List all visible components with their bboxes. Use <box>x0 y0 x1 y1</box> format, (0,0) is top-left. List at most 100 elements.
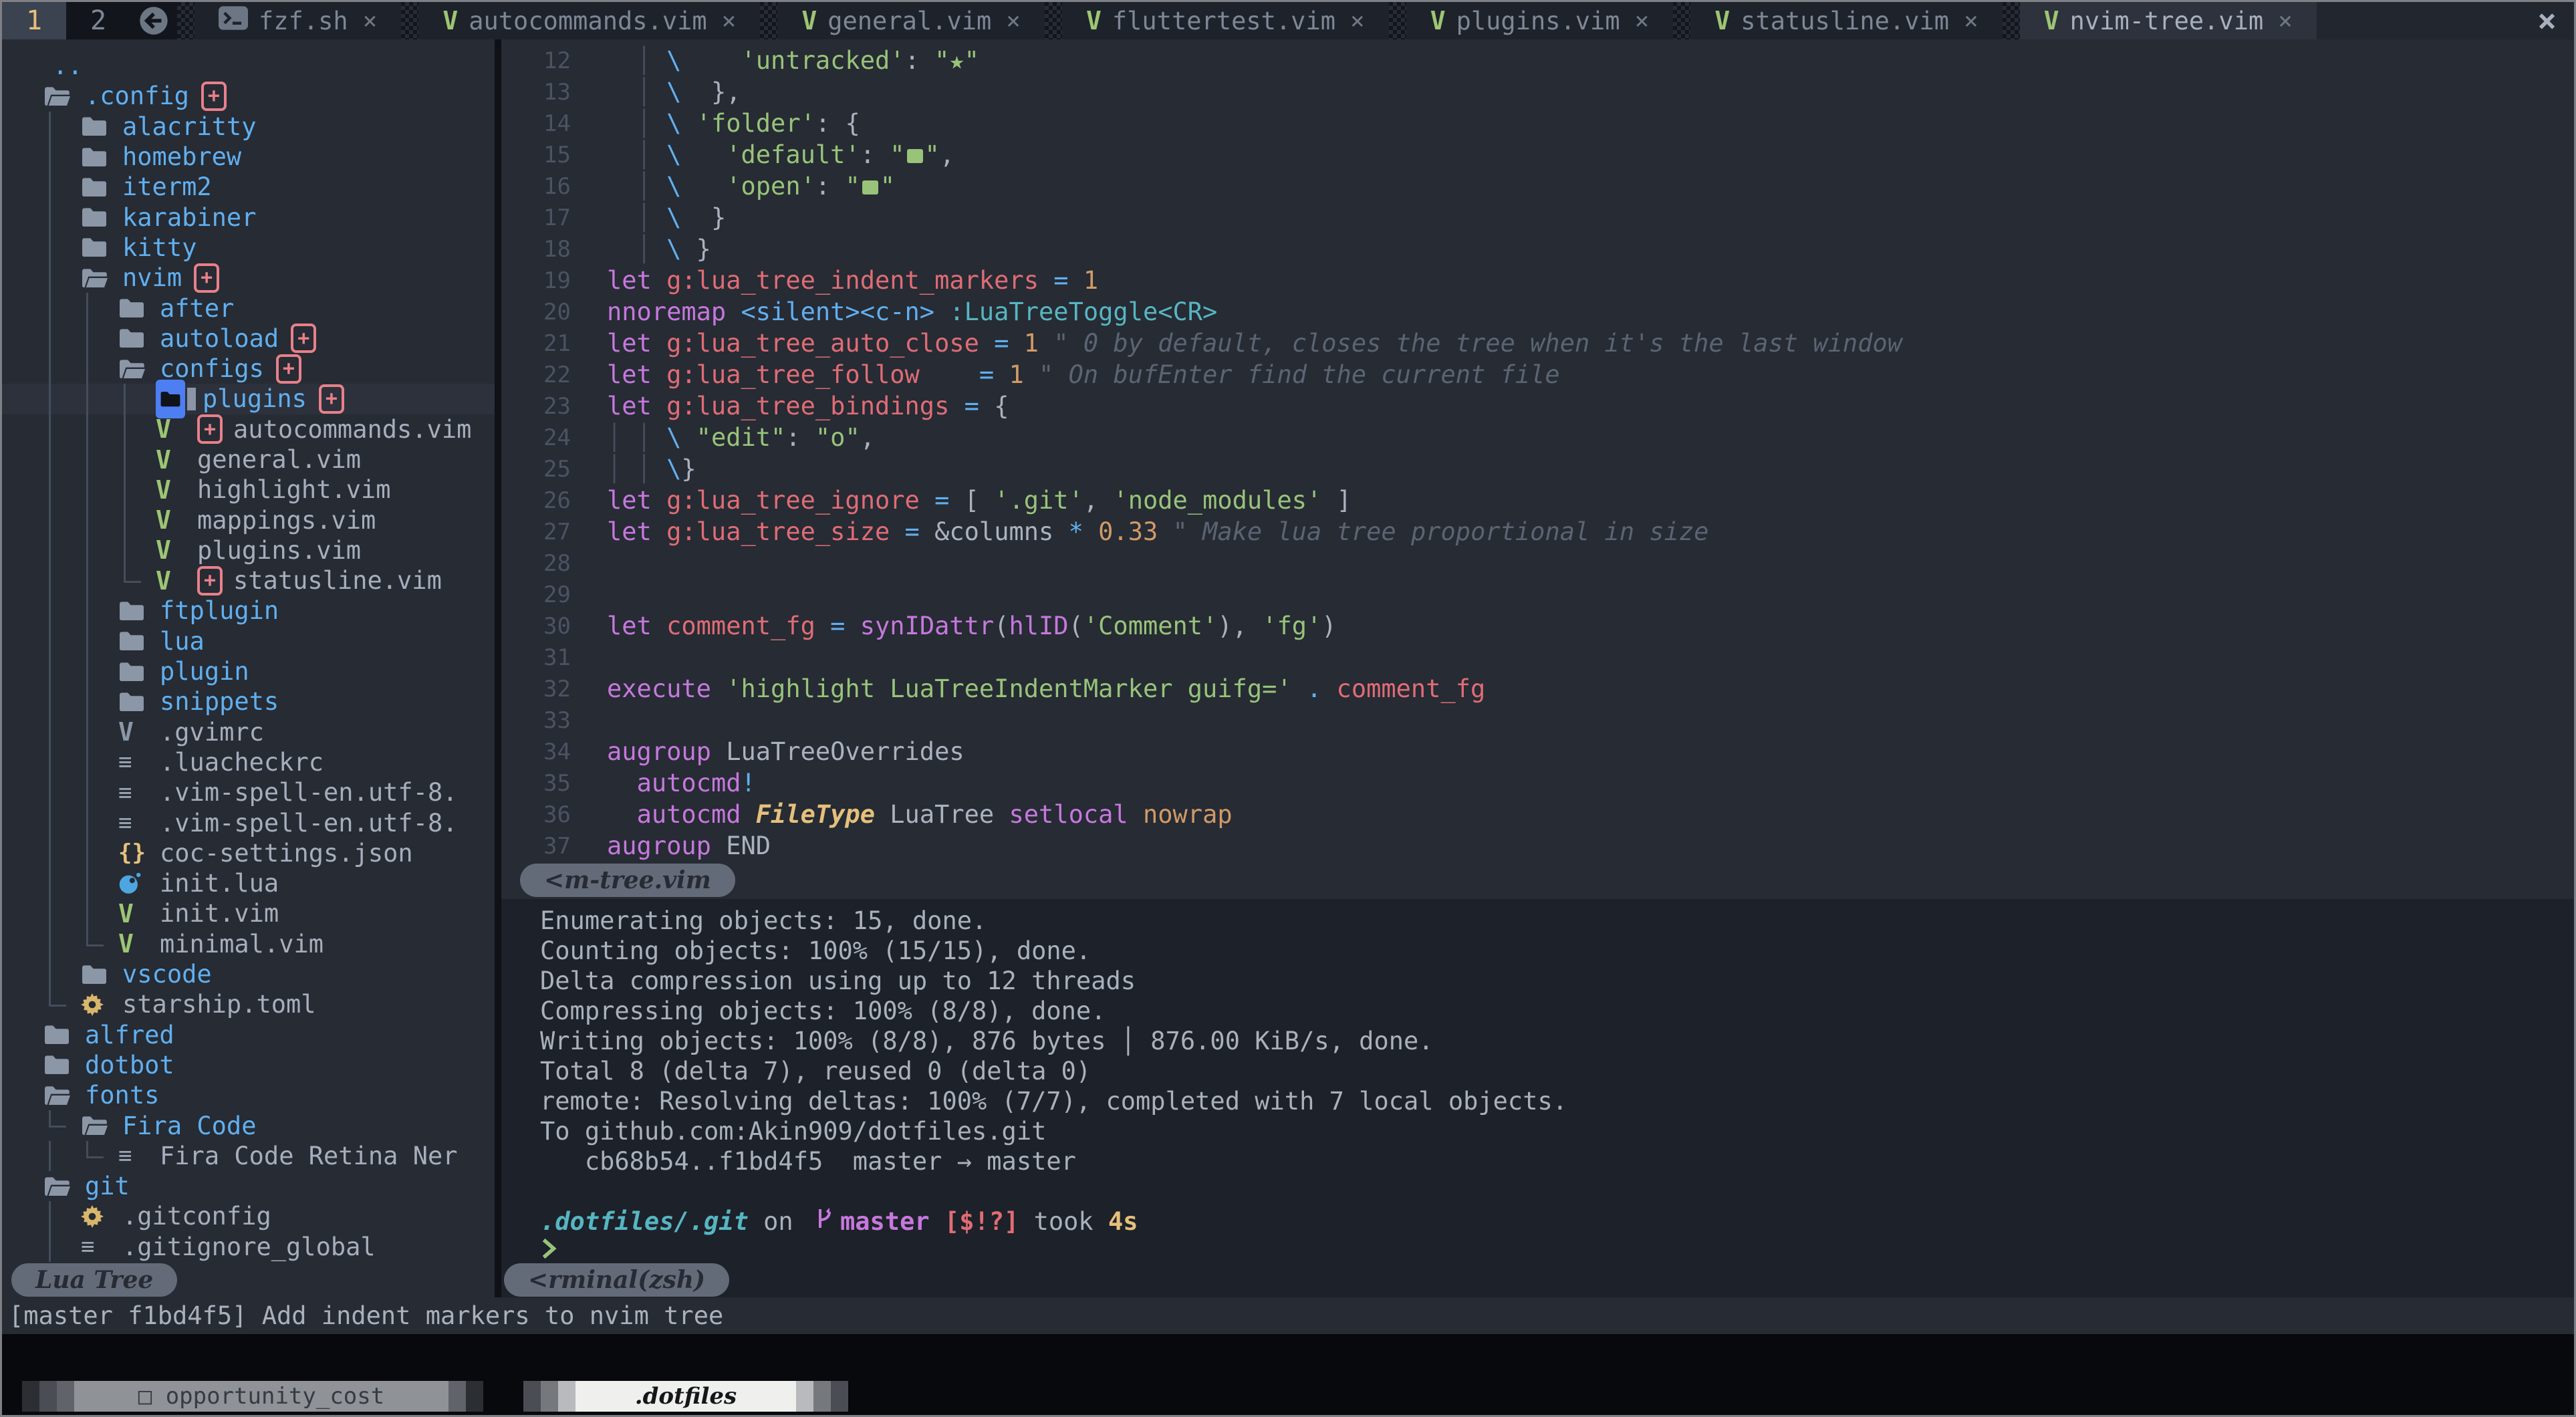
token: \ <box>666 423 681 452</box>
tmux-window[interactable]: □ opportunity_cost <box>74 1381 448 1412</box>
tab-close-icon[interactable]: × <box>1350 7 1365 35</box>
tree-item-plugin[interactable]: plugin <box>2 656 495 686</box>
terminal-text: .dotfiles/.git <box>540 1207 749 1236</box>
tree-item-after[interactable]: after <box>2 293 495 323</box>
close-all-icon[interactable]: × <box>2537 2 2557 39</box>
tree-item-statusline.vim[interactable]: V+statusline.vim <box>2 565 495 596</box>
tab-fluttertest.vim[interactable]: Vfluttertest.vim× <box>1062 2 1389 39</box>
window-separator[interactable] <box>495 39 501 1263</box>
tree-item-configs[interactable]: configs+ <box>2 354 495 384</box>
token <box>1158 517 1172 546</box>
tree-guide <box>81 535 118 565</box>
tab-nvim-tree.vim[interactable]: Vnvim-tree.vim× <box>2020 2 2317 39</box>
lua-icon <box>118 872 150 895</box>
folder-open-icon <box>118 358 150 380</box>
tree-guide <box>43 807 81 838</box>
token: " 0 by default, closes the tree when it'… <box>1053 329 1902 358</box>
tree-item-.vim-spell-en.utf-8.[interactable]: ≡.vim-spell-en.utf-8. <box>2 777 495 807</box>
line-number: 35 <box>501 770 571 797</box>
tree-item-mappings.vim[interactable]: Vmappings.vim <box>2 505 495 535</box>
tab-general.vim[interactable]: Vgeneral.vim× <box>777 2 1045 39</box>
vim-icon: V <box>156 475 188 505</box>
tree-item-git[interactable]: git <box>2 1171 495 1201</box>
token: autocmd <box>637 800 756 829</box>
code-editor[interactable]: 12 │ \ 'untracked': "★"13 │ \ },14 │ \ '… <box>501 39 2574 862</box>
code-line: 21let g:lua_tree_auto_close = 1 " 0 by d… <box>501 328 2574 359</box>
tab-close-icon[interactable]: × <box>1635 7 1650 35</box>
tree-item-nvim[interactable]: nvim+ <box>2 263 495 293</box>
tab-autocommands.vim[interactable]: Vautocommands.vim× <box>418 2 760 39</box>
tab-close-icon[interactable]: × <box>2278 7 2293 35</box>
git-new-badge: + <box>276 354 301 384</box>
tabpage-2[interactable]: 2 <box>66 2 130 39</box>
folder-open-icon <box>81 1115 113 1136</box>
tab-close-icon[interactable]: × <box>363 7 378 35</box>
tree-item-fonts[interactable]: fonts <box>2 1080 495 1110</box>
tree-item-.gitconfig[interactable]: .gitconfig <box>2 1201 495 1231</box>
tmux-gradient-block <box>448 1381 466 1412</box>
tree-item-alfred[interactable]: alfred <box>2 1020 495 1050</box>
tree-item-minimal.vim[interactable]: Vminimal.vim <box>2 929 495 959</box>
tree-item-init.vim[interactable]: Vinit.vim <box>2 898 495 928</box>
tree-item-plugins.vim[interactable]: Vplugins.vim <box>2 535 495 565</box>
vim-icon: V <box>1086 6 1102 35</box>
tree-item-Fira Code Retina Ner[interactable]: ≡Fira Code Retina Ner <box>2 1141 495 1171</box>
tree-item-.config[interactable]: .config+ <box>2 81 495 111</box>
tree-item-karabiner[interactable]: karabiner <box>2 202 495 232</box>
tree-item-alacritty[interactable]: alacritty <box>2 112 495 142</box>
tab-statusline.vim[interactable]: Vstatusline.vim× <box>1690 2 2002 39</box>
token: = <box>934 486 949 515</box>
tree-item-vscode[interactable]: vscode <box>2 959 495 989</box>
token: 'Comment' <box>1083 612 1217 640</box>
folder-open-icon <box>43 1085 76 1106</box>
tree-item-dotbot[interactable]: dotbot <box>2 1050 495 1080</box>
tab-label: fzf.sh <box>259 7 348 35</box>
token: ) <box>1321 612 1336 640</box>
tree-item-.gvimrc[interactable]: V.gvimrc <box>2 717 495 747</box>
tree-item-coc-settings.json[interactable]: {}coc-settings.json <box>2 838 495 868</box>
token <box>681 78 711 106</box>
line-number: 13 <box>501 79 571 106</box>
token: │ │ <box>607 455 666 483</box>
tabpage-1[interactable]: 1 <box>2 2 66 39</box>
tree-item-lua[interactable]: lua <box>2 626 495 656</box>
tree-item-starship.toml[interactable]: starship.toml <box>2 989 495 1019</box>
tree-item-.gitignore_global[interactable]: ≡.gitignore_global <box>2 1232 495 1262</box>
tree-item-label: general.vim <box>197 445 361 474</box>
tmux-window[interactable]: .dotfiles <box>575 1381 796 1412</box>
tree-item-plugins[interactable]: plugins+ <box>2 384 495 414</box>
tree-item-..[interactable]: .. <box>2 51 495 81</box>
tree-item-label: .config <box>85 82 189 110</box>
tree-item-Fira Code[interactable]: Fira Code <box>2 1110 495 1140</box>
tree-item-general.vim[interactable]: Vgeneral.vim <box>2 444 495 475</box>
tree-item-iterm2[interactable]: iterm2 <box>2 172 495 202</box>
tree-item-kitty[interactable]: kitty <box>2 233 495 263</box>
token <box>681 172 726 201</box>
folder-icon <box>187 388 196 410</box>
folder-icon <box>81 237 113 258</box>
terminal-line: .dotfiles/.git on master [$!?] took 4s <box>501 1206 2574 1237</box>
tree-item-homebrew[interactable]: homebrew <box>2 142 495 172</box>
code-line-text: let g:lua_tree_auto_close = 1 " 0 by def… <box>607 329 1902 358</box>
tree-item-init.lua[interactable]: init.lua <box>2 868 495 898</box>
tree-item-label: Fira Code <box>122 1112 256 1140</box>
tree-item-autoload[interactable]: autoload+ <box>2 324 495 354</box>
code-line-text: │ │ \ "edit": "o", <box>607 423 875 452</box>
tab-plugins.vim[interactable]: Vplugins.vim× <box>1406 2 1674 39</box>
tree-item-.luacheckrc[interactable]: ≡.luacheckrc <box>2 747 495 777</box>
tab-close-icon[interactable]: × <box>722 7 737 35</box>
tree-item-highlight.vim[interactable]: Vhighlight.vim <box>2 475 495 505</box>
tree-item-ftplugin[interactable]: ftplugin <box>2 596 495 626</box>
session-back-icon[interactable] <box>130 2 177 39</box>
terminal-text: Writing objects: 100% (8/8), 876 bytes │… <box>540 1027 1434 1055</box>
tree-item-.vim-spell-en.utf-8.[interactable]: ≡.vim-spell-en.utf-8. <box>2 807 495 838</box>
tree-item-autocommands.vim[interactable]: V+autocommands.vim <box>2 414 495 444</box>
terminal-panel[interactable]: Enumerating objects: 15, done.Counting o… <box>501 899 2574 1263</box>
tab-close-icon[interactable]: × <box>1964 7 1978 35</box>
tree-item-snippets[interactable]: snippets <box>2 686 495 717</box>
tab-fzf.sh[interactable]: fzf.sh × <box>195 2 401 39</box>
terminal-line: Total 8 (delta 7), reused 0 (delta 0) <box>501 1056 2574 1086</box>
tab-close-icon[interactable]: × <box>1006 7 1021 35</box>
token: nowrap <box>1143 800 1233 829</box>
line-number: 36 <box>501 801 571 828</box>
